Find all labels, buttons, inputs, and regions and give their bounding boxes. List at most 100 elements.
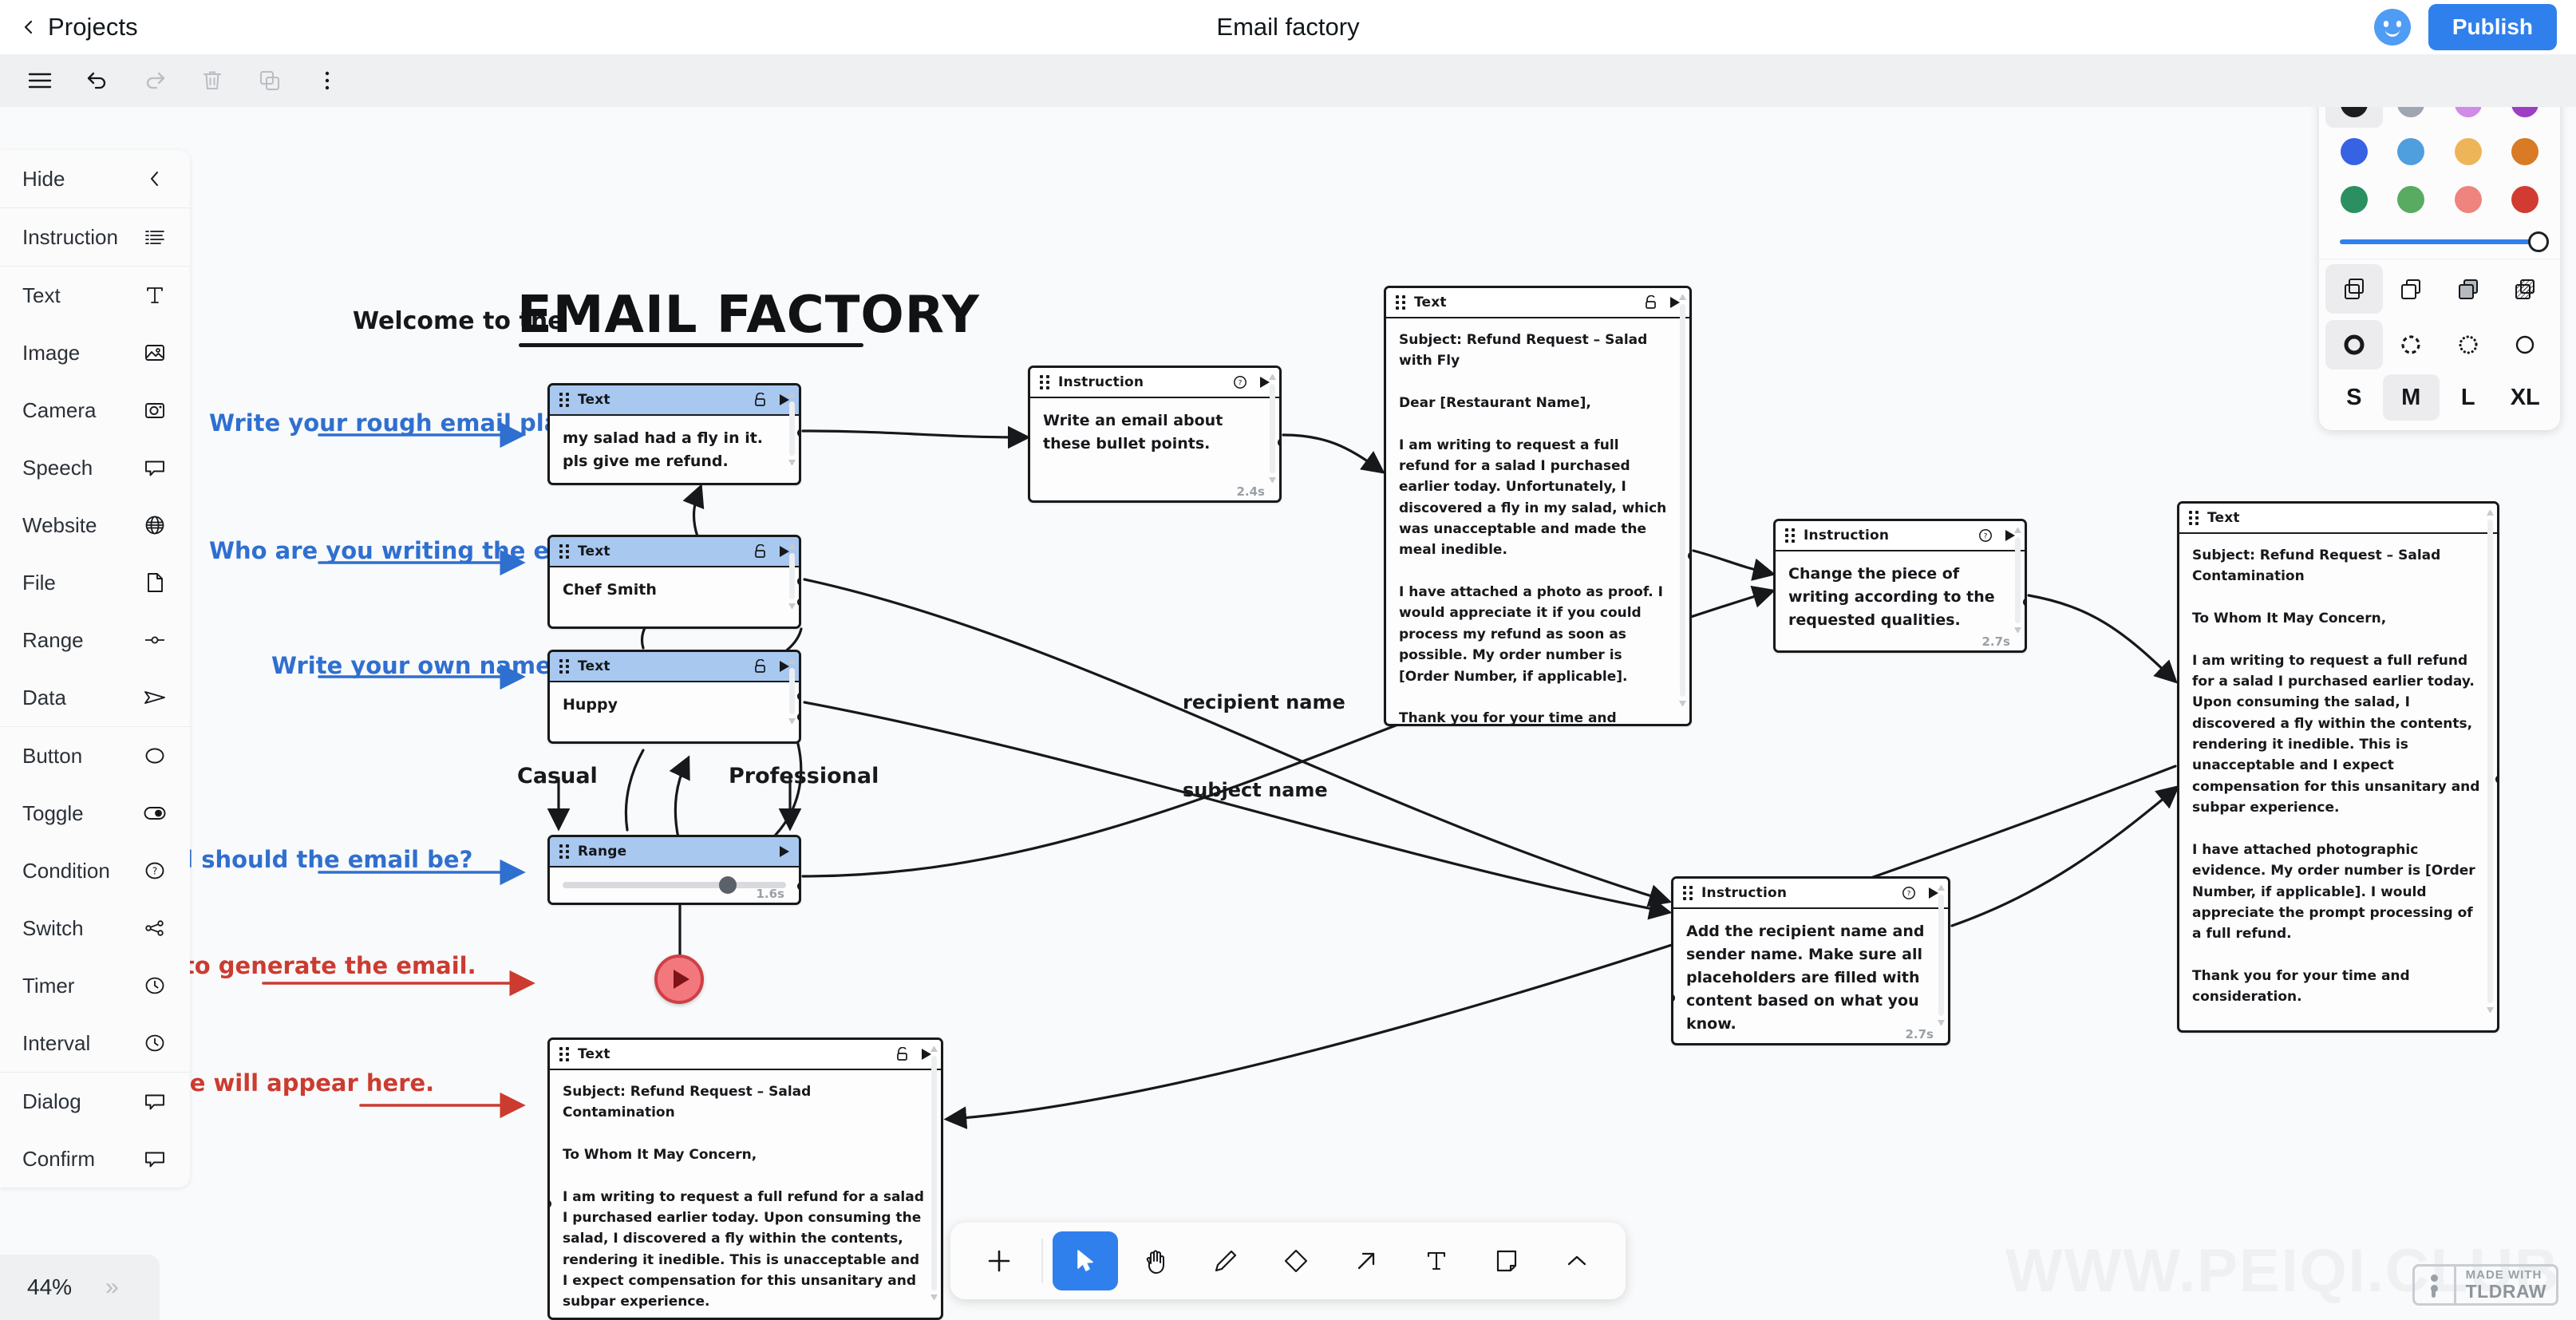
node-body-text[interactable]: Chef Smith <box>550 567 799 626</box>
node-placeholder-instruction[interactable]: Instruction ? Add the recipient name and… <box>1671 876 1950 1045</box>
sidebar-item-toggle[interactable]: Toggle <box>0 784 190 842</box>
publish-button[interactable]: Publish <box>2428 4 2557 50</box>
more-tools[interactable] <box>1544 1231 1610 1290</box>
sidebar-item-website[interactable]: Website <box>0 496 190 554</box>
node-scrollbar[interactable] <box>2014 526 2021 634</box>
color-swatch-light-red[interactable] <box>2440 176 2497 223</box>
node-port-right-2[interactable] <box>797 598 799 607</box>
sidebar-item-file[interactable]: File <box>0 554 190 611</box>
node-header[interactable]: Text <box>2179 504 2497 534</box>
size-option-xl[interactable]: XL <box>2497 374 2554 421</box>
drag-grip-icon[interactable] <box>1785 528 1796 543</box>
node-rough-plan[interactable]: Text my salad had a fly in it. pls give … <box>547 383 801 485</box>
node-header[interactable]: Text <box>550 1040 941 1070</box>
menu-button[interactable] <box>11 54 69 107</box>
node-final-email-bottom[interactable]: Text Subject: Refund Request – Salad Con… <box>547 1037 943 1320</box>
node-final-email-right[interactable]: Text Subject: Refund Request – Salad Con… <box>2177 501 2499 1033</box>
node-sender-name[interactable]: Text Huppy <box>547 650 801 744</box>
help-circle-icon[interactable]: ? <box>1978 528 1993 543</box>
help-circle-icon[interactable]: ? <box>1902 886 1916 900</box>
node-port-right[interactable] <box>797 577 799 586</box>
sidebar-item-condition[interactable]: Condition ? <box>0 842 190 899</box>
dash-draw-option[interactable] <box>2325 320 2383 370</box>
node-header[interactable]: Instruction ? <box>1030 368 1279 398</box>
drag-grip-icon[interactable] <box>1683 886 1694 900</box>
sidebar-item-button[interactable]: Button <box>0 727 190 784</box>
more-options-button[interactable] <box>298 54 356 107</box>
range-slider[interactable] <box>563 876 786 894</box>
sidebar-item-hide[interactable]: Hide <box>0 150 190 207</box>
select-tool[interactable] <box>1053 1231 1118 1290</box>
node-port-right[interactable] <box>1688 551 1689 560</box>
node-port-right[interactable] <box>2023 598 2025 607</box>
node-port-right[interactable] <box>797 429 799 437</box>
fill-pattern-option[interactable] <box>2497 264 2554 314</box>
node-tone-range[interactable]: Range 1.6s <box>547 835 801 905</box>
node-header[interactable]: Instruction ? <box>1673 879 1948 909</box>
color-swatch-red[interactable] <box>2497 176 2554 223</box>
range-thumb[interactable] <box>719 876 737 894</box>
double-chevron-right-icon[interactable]: » <box>105 1274 119 1301</box>
sidebar-item-confirm[interactable]: Confirm <box>0 1130 190 1188</box>
redo-button[interactable] <box>126 54 184 107</box>
sidebar-item-text[interactable]: Text <box>0 267 190 324</box>
undo-button[interactable] <box>69 54 126 107</box>
size-option-m[interactable]: M <box>2382 374 2440 421</box>
duplicate-button[interactable] <box>241 54 298 107</box>
color-swatch-light-green[interactable] <box>2383 176 2440 223</box>
range-body[interactable]: 1.6s <box>550 867 799 903</box>
text-tool[interactable] <box>1404 1231 1469 1290</box>
node-port-right[interactable] <box>797 692 799 701</box>
node-tone-instruction[interactable]: Instruction ? Change the piece of writin… <box>1773 519 2027 653</box>
drag-grip-icon[interactable] <box>559 544 571 559</box>
play-icon[interactable] <box>778 845 791 858</box>
generate-play-button[interactable] <box>654 954 704 1004</box>
help-circle-icon[interactable]: ? <box>1233 375 1247 389</box>
node-scrollbar[interactable] <box>1938 883 1945 1027</box>
node-header[interactable]: Text <box>1386 288 1689 318</box>
size-option-l[interactable]: L <box>2440 374 2497 421</box>
sidebar-item-data[interactable]: Data <box>0 669 190 726</box>
lock-icon[interactable] <box>754 393 767 407</box>
node-port-right[interactable] <box>1278 438 1279 447</box>
sidebar-item-timer[interactable]: Timer <box>0 957 190 1014</box>
smiley-avatar-icon[interactable] <box>2373 9 2411 45</box>
lock-icon[interactable] <box>1645 295 1657 310</box>
node-draft-email-text[interactable]: Text Subject: Refund Request – Salad wit… <box>1384 286 1692 726</box>
node-scrollbar[interactable] <box>1679 293 1686 708</box>
lock-icon[interactable] <box>896 1047 909 1061</box>
sidebar-item-interval[interactable]: Interval <box>0 1014 190 1072</box>
add-tool[interactable] <box>966 1231 1032 1290</box>
node-scrollbar[interactable] <box>1269 373 1276 484</box>
fill-semi-option[interactable] <box>2383 264 2440 314</box>
delete-button[interactable] <box>184 54 241 107</box>
sidebar-item-image[interactable]: Image <box>0 324 190 381</box>
node-header[interactable]: Text <box>550 385 799 416</box>
node-header[interactable]: Text <box>550 652 799 682</box>
zoom-control[interactable]: 44% » <box>0 1255 160 1320</box>
opacity-slider[interactable] <box>2340 231 2549 252</box>
hand-tool[interactable] <box>1123 1231 1188 1290</box>
color-swatch-orange[interactable] <box>2497 128 2554 176</box>
sidebar-item-range[interactable]: Range <box>0 611 190 669</box>
node-scrollbar[interactable] <box>2487 508 2494 1014</box>
node-body-text[interactable]: Subject: Refund Request – Salad Contamin… <box>2179 534 2497 1030</box>
drag-grip-icon[interactable] <box>1040 375 1051 389</box>
color-swatch-green[interactable] <box>2325 176 2383 223</box>
sidebar-item-camera[interactable]: Camera <box>0 381 190 439</box>
color-swatch-light-blue[interactable] <box>2383 128 2440 176</box>
node-header[interactable]: Text <box>550 537 799 567</box>
canvas[interactable]: Welcome to the EMAIL FACTORY Write your … <box>0 0 2576 1320</box>
node-header[interactable]: Instruction ? <box>1776 521 2025 551</box>
sidebar-item-speech[interactable]: Speech <box>0 439 190 496</box>
size-option-s[interactable]: S <box>2325 374 2383 421</box>
back-to-projects-link[interactable]: Projects <box>0 13 138 41</box>
arrow-tool[interactable] <box>1333 1231 1399 1290</box>
node-body-text[interactable]: Huppy <box>550 682 799 741</box>
fill-none-option[interactable] <box>2325 264 2383 314</box>
draw-tool[interactable] <box>1193 1231 1258 1290</box>
node-scrollbar[interactable] <box>788 657 796 725</box>
node-header[interactable]: Range <box>550 837 799 867</box>
node-body-text[interactable]: my salad had a fly in it. pls give me re… <box>550 416 799 483</box>
node-scrollbar[interactable] <box>788 390 796 467</box>
